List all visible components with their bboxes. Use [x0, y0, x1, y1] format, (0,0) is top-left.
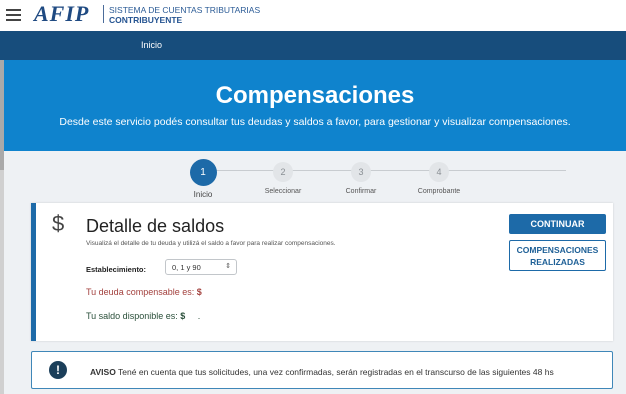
establishment-select[interactable]: 0, 1 y 90 ⇕ [165, 259, 237, 275]
compensations-button-line2: REALIZADAS [530, 257, 585, 267]
nav-link-inicio[interactable]: Inicio [141, 40, 162, 50]
notice-title: AVISO [90, 367, 116, 377]
step-label: Confirmar [345, 188, 377, 195]
afip-logo[interactable]: AFIP [34, 3, 89, 25]
step-seleccionar: 2 Seleccionar [243, 162, 323, 195]
step-confirmar: 3 Confirmar [321, 162, 401, 195]
hero-banner: Compensaciones Desde este servicio podés… [4, 60, 626, 151]
compensations-button-line1: COMPENSACIONES [516, 245, 599, 255]
exclamation-icon: ! [49, 361, 67, 379]
notice-box: ! AVISO Tené en cuenta que tus solicitud… [31, 351, 613, 389]
top-header: AFIP SISTEMA DE CUENTAS TRIBUTARIAS CONT… [0, 0, 626, 31]
page-subtitle: Desde este servicio podés consultar tus … [59, 116, 571, 128]
balance-value: . [197, 311, 201, 321]
continue-button[interactable]: CONTINUAR [509, 214, 606, 234]
debt-label: Tu deuda compensable es: [86, 287, 195, 297]
card-title: Detalle de saldos [86, 216, 225, 236]
balance-detail-card: $ Detalle de saldos Visualizá el detalle… [31, 203, 613, 341]
select-arrows-icon: ⇕ [225, 263, 231, 270]
establishment-selected-value: 0, 1 y 90 [172, 263, 201, 272]
step-inicio: 1 Inicio [163, 159, 243, 199]
step-number: 1 [189, 159, 217, 186]
debt-line: Tu deuda compensable es: $ [86, 287, 202, 297]
step-number: 4 [429, 162, 449, 182]
balance-currency: $ [180, 311, 186, 321]
dollar-icon: $ [52, 211, 65, 236]
step-comprobante: 4 Comprobante [399, 162, 479, 195]
card-description: Visualizá el detalle de tu deuda y utili… [86, 240, 336, 247]
notice-message: Tené en cuenta que tus solicitudes, una … [118, 367, 554, 377]
system-title: SISTEMA DE CUENTAS TRIBUTARIAS CONTRIBUY… [109, 5, 260, 25]
step-label: Comprobante [417, 188, 461, 195]
notice-text: AVISO Tené en cuenta que tus solicitudes… [90, 367, 554, 377]
debt-currency: $ [196, 287, 202, 297]
step-number: 3 [351, 162, 371, 182]
nav-bar: Inicio [0, 31, 626, 60]
step-label: Inicio [193, 190, 213, 199]
system-title-text: SISTEMA DE CUENTAS TRIBUTARIAS [109, 5, 261, 15]
balance-line: Tu saldo disponible es: $ . [86, 311, 200, 321]
logo-divider [103, 5, 104, 23]
system-subtitle-text: CONTRIBUYENTE [109, 15, 183, 25]
establishment-label: Establecimiento: [86, 265, 147, 274]
step-number: 2 [273, 162, 293, 182]
balance-label: Tu saldo disponible es: [86, 311, 178, 321]
hamburger-menu-icon[interactable] [6, 9, 21, 21]
compensations-done-button[interactable]: COMPENSACIONES REALIZADAS [509, 240, 606, 271]
page-title: Compensaciones [215, 82, 415, 109]
step-label: Seleccionar [264, 188, 302, 195]
